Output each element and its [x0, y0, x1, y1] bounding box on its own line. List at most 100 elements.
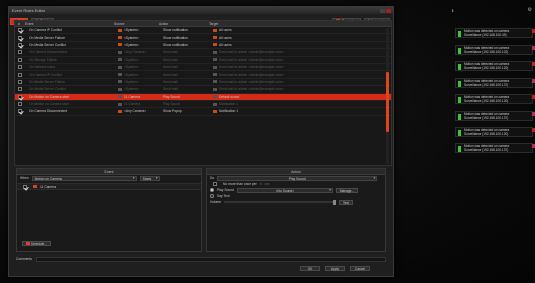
rule-source-label: <Any Camera>	[124, 109, 147, 114]
rule-event: On Motion on Camera start	[29, 94, 69, 99]
table-row[interactable]: On Media Server Failure <System> Send mail…	[15, 79, 391, 87]
rule-enabled-checkbox[interactable]	[18, 65, 22, 70]
header-action[interactable]: Action	[159, 21, 209, 26]
table-scrollbar[interactable]	[386, 28, 389, 164]
notification-item[interactable]: Motion was detected on camera Surveillanc…	[455, 127, 535, 137]
notification-item[interactable]: Motion was detected on camera Surveillanc…	[455, 143, 535, 153]
notification-item[interactable]: Motion was detected on camera Surveillanc…	[455, 94, 535, 104]
notification-item[interactable]: Motion was detected on camera Surveillanc…	[455, 111, 535, 121]
table-row[interactable]: On Media Server Failure <System> Show noti…	[15, 34, 391, 42]
apply-button[interactable]: Apply	[325, 266, 345, 271]
rule-target: All users	[213, 36, 353, 40]
event-state-select[interactable]: Starts	[139, 175, 160, 181]
volume-slider-handle[interactable]	[333, 199, 336, 205]
action-type-select[interactable]: Play Sound	[217, 175, 378, 181]
play-sound-radio[interactable]	[210, 188, 214, 192]
table-row[interactable]: On Camera Disconnected <Any Camera> Send m…	[15, 49, 391, 57]
cancel-button[interactable]: Cancel	[350, 266, 370, 271]
header-target[interactable]: Target	[209, 21, 349, 26]
rule-event: On Media Server Conflict	[29, 87, 66, 92]
header-event[interactable]: Event	[25, 21, 114, 26]
table-row[interactable]: On Motion on Camera start 11 Camera Play S…	[15, 101, 391, 109]
table-row[interactable]: On Media Server Conflict <System> Send mai…	[15, 86, 391, 94]
table-row[interactable]: On Camera IP Conflict <System> Show notifi…	[15, 27, 391, 35]
target-icon	[213, 80, 217, 84]
rule-event: On Network Issue	[29, 65, 56, 70]
camera-checkbox[interactable]	[23, 184, 27, 189]
rule-target: Default sound	[213, 95, 353, 99]
notification-item[interactable]: Motion was detected on camera Surveillanc…	[455, 78, 535, 88]
info-icon[interactable]: ℹ	[452, 8, 454, 13]
schedule-button[interactable]: Schedule...	[22, 241, 51, 246]
source-icon	[118, 102, 122, 106]
volume-label: Volume	[210, 200, 221, 204]
ok-button[interactable]: OK	[300, 266, 320, 271]
scrollbar-thumb[interactable]	[386, 72, 389, 132]
gear-icon[interactable]: ⚙	[528, 7, 532, 13]
target-icon	[213, 50, 217, 54]
sound-select[interactable]: <No Sound>	[236, 187, 333, 193]
table-row[interactable]: On Camera IP Conflict <System> Send mail Se…	[15, 71, 391, 79]
event-type-select[interactable]: Motion on Camera	[31, 175, 137, 181]
rule-target: Send mail to admin <admin@example.com>	[213, 87, 353, 91]
rule-source: <System>	[118, 58, 163, 62]
table-row[interactable]: On Network Issue <System> Send mail Send ma…	[15, 64, 391, 72]
close-icon[interactable]	[386, 8, 391, 13]
notification-icon	[458, 64, 461, 70]
notification-icon	[458, 130, 461, 136]
source-icon	[118, 65, 122, 69]
header-source[interactable]: Source	[114, 21, 159, 26]
notification-line2: Surveillance (192.168.100.49)	[464, 32, 507, 37]
table-row[interactable]: On Storage Failure <System> Send mail Send …	[15, 57, 391, 64]
rule-enabled-checkbox[interactable]	[18, 94, 22, 99]
test-button[interactable]: Test	[339, 199, 353, 205]
rule-target-label: Notification 1	[219, 102, 239, 107]
notification-item[interactable]: Motion was detected on camera Surveillanc…	[455, 28, 535, 38]
table-row[interactable]: On Media Server Conflict <System> Show not…	[15, 42, 391, 50]
table-row[interactable]: On Motion on Camera start 11 Camera Play S…	[15, 93, 391, 101]
do-label: Do	[210, 176, 215, 180]
rule-source-label: <System>	[124, 79, 139, 84]
schedule-icon	[26, 242, 30, 245]
rule-enabled-checkbox[interactable]	[18, 72, 22, 77]
rule-target: Send mail to admin <admin@example.com>	[213, 73, 353, 77]
rule-enabled-checkbox[interactable]	[18, 102, 22, 107]
volume-slider[interactable]	[224, 199, 336, 205]
minimize-icon[interactable]	[380, 8, 385, 13]
rule-action: Play Sound	[163, 102, 180, 107]
notification-line2: Surveillance (192.168.100.120)	[464, 98, 509, 103]
interval-value[interactable]: 5	[260, 182, 262, 186]
camera-tree-item[interactable]: 11 Camera	[17, 183, 201, 190]
rule-event: On Camera Disconnected	[29, 50, 67, 55]
target-icon	[213, 28, 217, 32]
say-text-radio[interactable]	[210, 194, 214, 198]
rule-enabled-checkbox[interactable]	[18, 79, 22, 84]
rule-enabled-checkbox[interactable]	[18, 28, 22, 33]
comments-field[interactable]	[35, 256, 386, 262]
interval-checkbox[interactable]	[213, 182, 217, 186]
rule-target-label: All users	[219, 28, 232, 33]
notification-item[interactable]: Motion was detected on camera Surveillanc…	[455, 61, 535, 71]
rule-event: On Camera IP Conflict	[29, 28, 62, 33]
rule-source-label: <System>	[124, 42, 139, 47]
rule-enabled-checkbox[interactable]	[18, 42, 22, 47]
notification-text: Motion was detected on camera Surveillanc…	[464, 112, 509, 121]
rule-enabled-checkbox[interactable]	[18, 109, 22, 114]
rule-target-label: Send mail to admin <admin@example.com>	[219, 65, 284, 70]
camera-icon	[33, 185, 37, 188]
rule-target: Notification 1	[213, 102, 353, 106]
interval-unit: sec	[264, 182, 270, 186]
say-text-label: Say Text	[217, 194, 230, 198]
manage-button[interactable]: Manage...	[335, 187, 359, 193]
title-bar[interactable]: Event Rules Editor	[9, 7, 393, 14]
table-row[interactable]: On Camera Disconnected <Any Camera> Show P…	[15, 108, 391, 116]
rule-enabled-checkbox[interactable]	[18, 57, 22, 62]
dialog-footer: OK Apply Cancel	[300, 266, 370, 271]
rule-enabled-checkbox[interactable]	[18, 87, 22, 92]
notification-item[interactable]: Motion was detected on camera Surveillanc…	[455, 45, 535, 55]
rule-enabled-checkbox[interactable]	[18, 50, 22, 55]
comments-label: Comments	[16, 257, 32, 261]
notification-line2: Surveillance (192.168.100.120)	[464, 131, 509, 136]
rule-enabled-checkbox[interactable]	[18, 35, 22, 40]
header-index[interactable]: #	[15, 21, 25, 26]
